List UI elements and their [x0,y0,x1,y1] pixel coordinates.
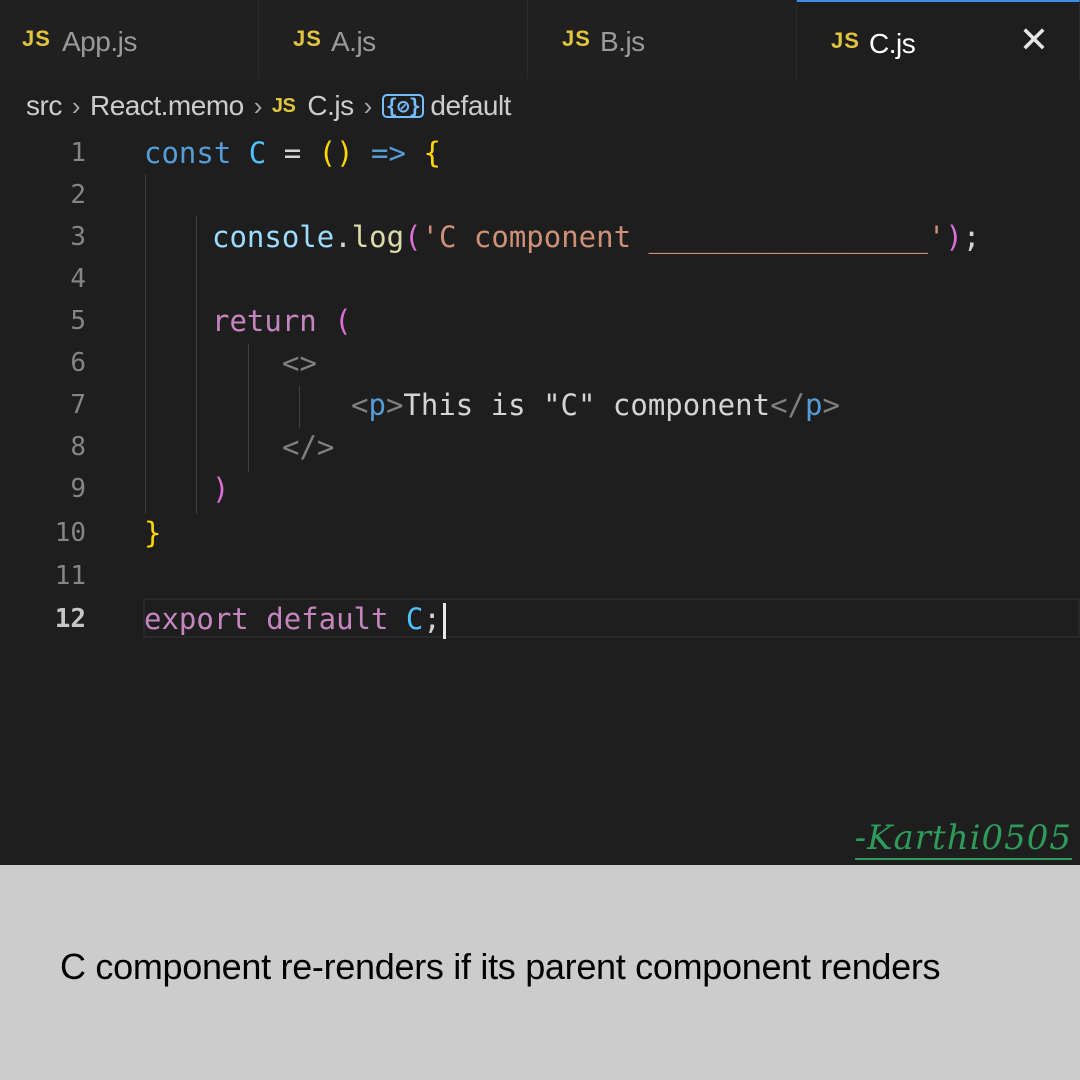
breadcrumb-default[interactable]: default [430,90,511,122]
code-line-12: 12 export default C; [0,598,1080,640]
code-line-9: 9 ) [0,468,1080,510]
line-number: 5 [70,306,86,336]
code-text[interactable]: <> [282,342,317,384]
line-number: 9 [70,474,86,504]
code-line-6: 6 <> [0,342,1080,384]
line-number: 4 [70,264,86,294]
code-line-7: 7 <p>This is "C" component</p> [0,384,1080,426]
tab-bar: JS App.js JS A.js JS B.js JS C.js ✕ [0,0,1080,79]
js-file-icon: JS [831,28,860,53]
text-cursor [442,603,446,639]
code-line-8: 8 </> [0,426,1080,468]
line-number: 2 [70,180,86,210]
line-number: 11 [54,561,86,591]
tab-app-js[interactable]: JS App.js [0,0,259,79]
close-icon[interactable]: ✕ [1019,20,1049,61]
code-line-1: 1 const C = () => { [0,132,1080,174]
line-number: 7 [70,390,86,420]
breadcrumb-src[interactable]: src [26,90,62,122]
code-text[interactable]: } [144,512,161,554]
chevron-right-icon: › [363,90,373,121]
tab-label: App.js [62,26,137,57]
tab-label: C.js [869,28,916,59]
symbol-variable-icon: {⊘} [381,94,425,118]
code-text[interactable]: return ( [212,300,352,342]
code-text[interactable]: const C = () => { [144,132,441,174]
breadcrumb-react-memo[interactable]: React.memo [90,90,244,122]
chevron-right-icon: › [253,90,263,121]
line-number: 10 [54,518,86,548]
chevron-right-icon: › [71,90,81,121]
line-number: 6 [70,348,86,378]
breadcrumb-c-js[interactable]: C.js [307,90,354,122]
line-number: 1 [70,138,86,168]
line-number: 3 [70,222,86,252]
tab-b-js[interactable]: JS B.js [528,0,797,79]
code-line-10: 10 } [0,512,1080,554]
js-file-icon: JS [22,26,51,51]
code-text[interactable]: console.log('C component _______________… [212,216,980,258]
tab-a-js[interactable]: JS A.js [259,0,528,79]
caption: C component re-renders if its parent com… [60,946,941,987]
js-file-icon: JS [271,94,296,117]
js-file-icon: JS [562,26,591,51]
code-line-2: 2 [0,174,1080,216]
code-text[interactable]: ) [212,468,229,510]
code-line-11: 11 [0,555,1080,597]
code-editor: JS App.js JS A.js JS B.js JS C.js ✕ src … [0,0,1080,865]
tab-label: B.js [600,26,645,57]
code-text[interactable]: <p>This is "C" component</p> [351,384,840,426]
tab-label: A.js [331,26,376,57]
watermark: -Karthi0505 [854,818,1072,860]
line-number: 12 [54,604,86,634]
code-line-4: 4 [0,258,1080,300]
code-text[interactable]: </> [282,426,334,468]
js-file-icon: JS [293,26,322,51]
code-line-5: 5 return ( [0,300,1080,342]
code-line-3: 3 console.log('C component _____________… [0,216,1080,258]
breadcrumb: src › React.memo › JS C.js › {⊘} default [26,88,511,124]
tab-c-js[interactable]: JS C.js ✕ [797,0,1080,79]
code-text[interactable]: export default C; [144,598,446,640]
line-number: 8 [70,432,86,462]
